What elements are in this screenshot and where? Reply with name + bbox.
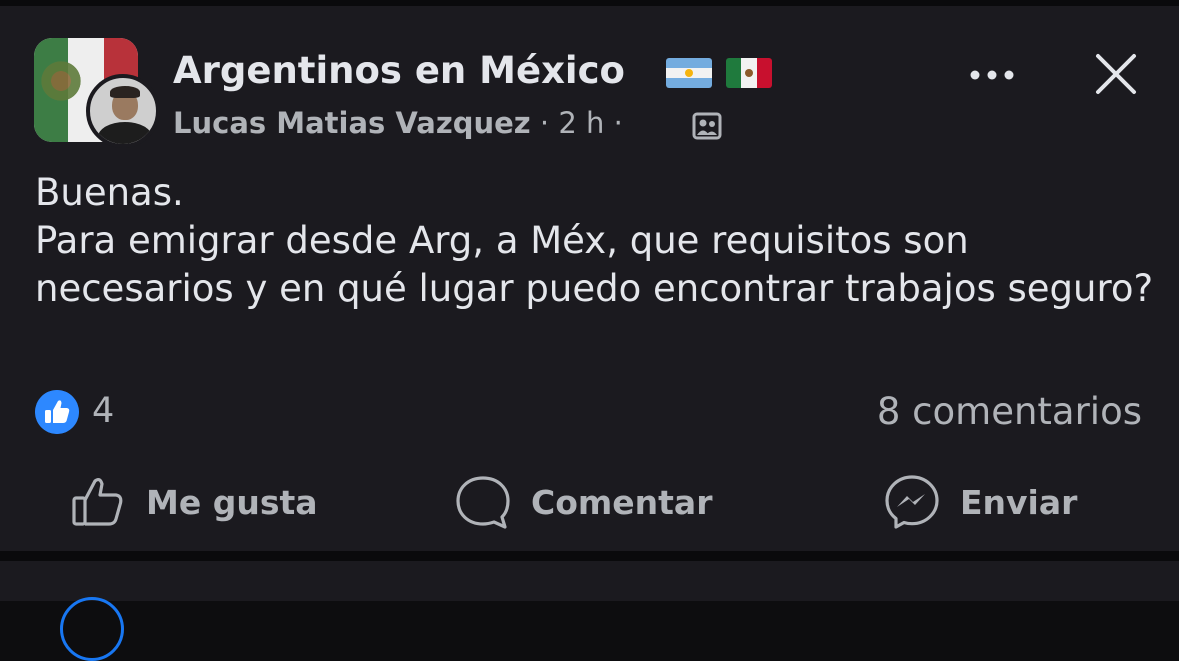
like-reaction-icon[interactable] (35, 390, 79, 434)
avatar-hair (110, 86, 140, 98)
group-name-link[interactable]: Argentinos en México (173, 49, 625, 92)
like-button[interactable]: Me gusta (70, 472, 318, 532)
send-button[interactable]: Enviar (884, 472, 1077, 532)
comment-label: Comentar (531, 482, 713, 522)
flag-mexico-icon (726, 58, 772, 88)
comment-button[interactable]: Comentar (455, 472, 712, 532)
close-icon[interactable] (1094, 52, 1138, 96)
reaction-count[interactable]: 4 (92, 391, 114, 431)
author-avatar[interactable] (86, 74, 160, 148)
post-text-line: Buenas. (35, 171, 184, 214)
more-options-icon[interactable] (968, 64, 1016, 86)
post-text-line: Para emigrar desde Arg, a Méx, que requi… (35, 219, 1154, 310)
next-post-preview (0, 561, 1179, 661)
next-post-avatar[interactable] (60, 597, 124, 661)
post-timestamp[interactable]: 2 h (558, 106, 604, 140)
feed-divider (0, 551, 1179, 561)
messenger-icon (885, 475, 939, 529)
meta-separator: · (530, 106, 559, 140)
comment-bubble-icon (456, 476, 510, 529)
like-label: Me gusta (146, 482, 318, 522)
group-members-icon (692, 112, 722, 140)
coat-of-arms-icon (38, 58, 84, 104)
flag-argentina-icon (666, 58, 712, 88)
comment-count-link[interactable]: 8 comentarios (877, 390, 1142, 433)
post-body: Buenas. Para emigrar desde Arg, a Méx, q… (35, 169, 1155, 313)
author-name-link[interactable]: Lucas Matias Vazquez (173, 106, 531, 140)
thumbs-up-icon (72, 477, 123, 526)
meta-separator: · (604, 106, 623, 140)
avatar-body (98, 122, 152, 144)
feed-post: Argentinos en México Lucas Matias Vazque… (0, 6, 1179, 551)
send-label: Enviar (960, 482, 1078, 522)
post-meta: Lucas Matias Vazquez · 2 h · (173, 106, 623, 140)
